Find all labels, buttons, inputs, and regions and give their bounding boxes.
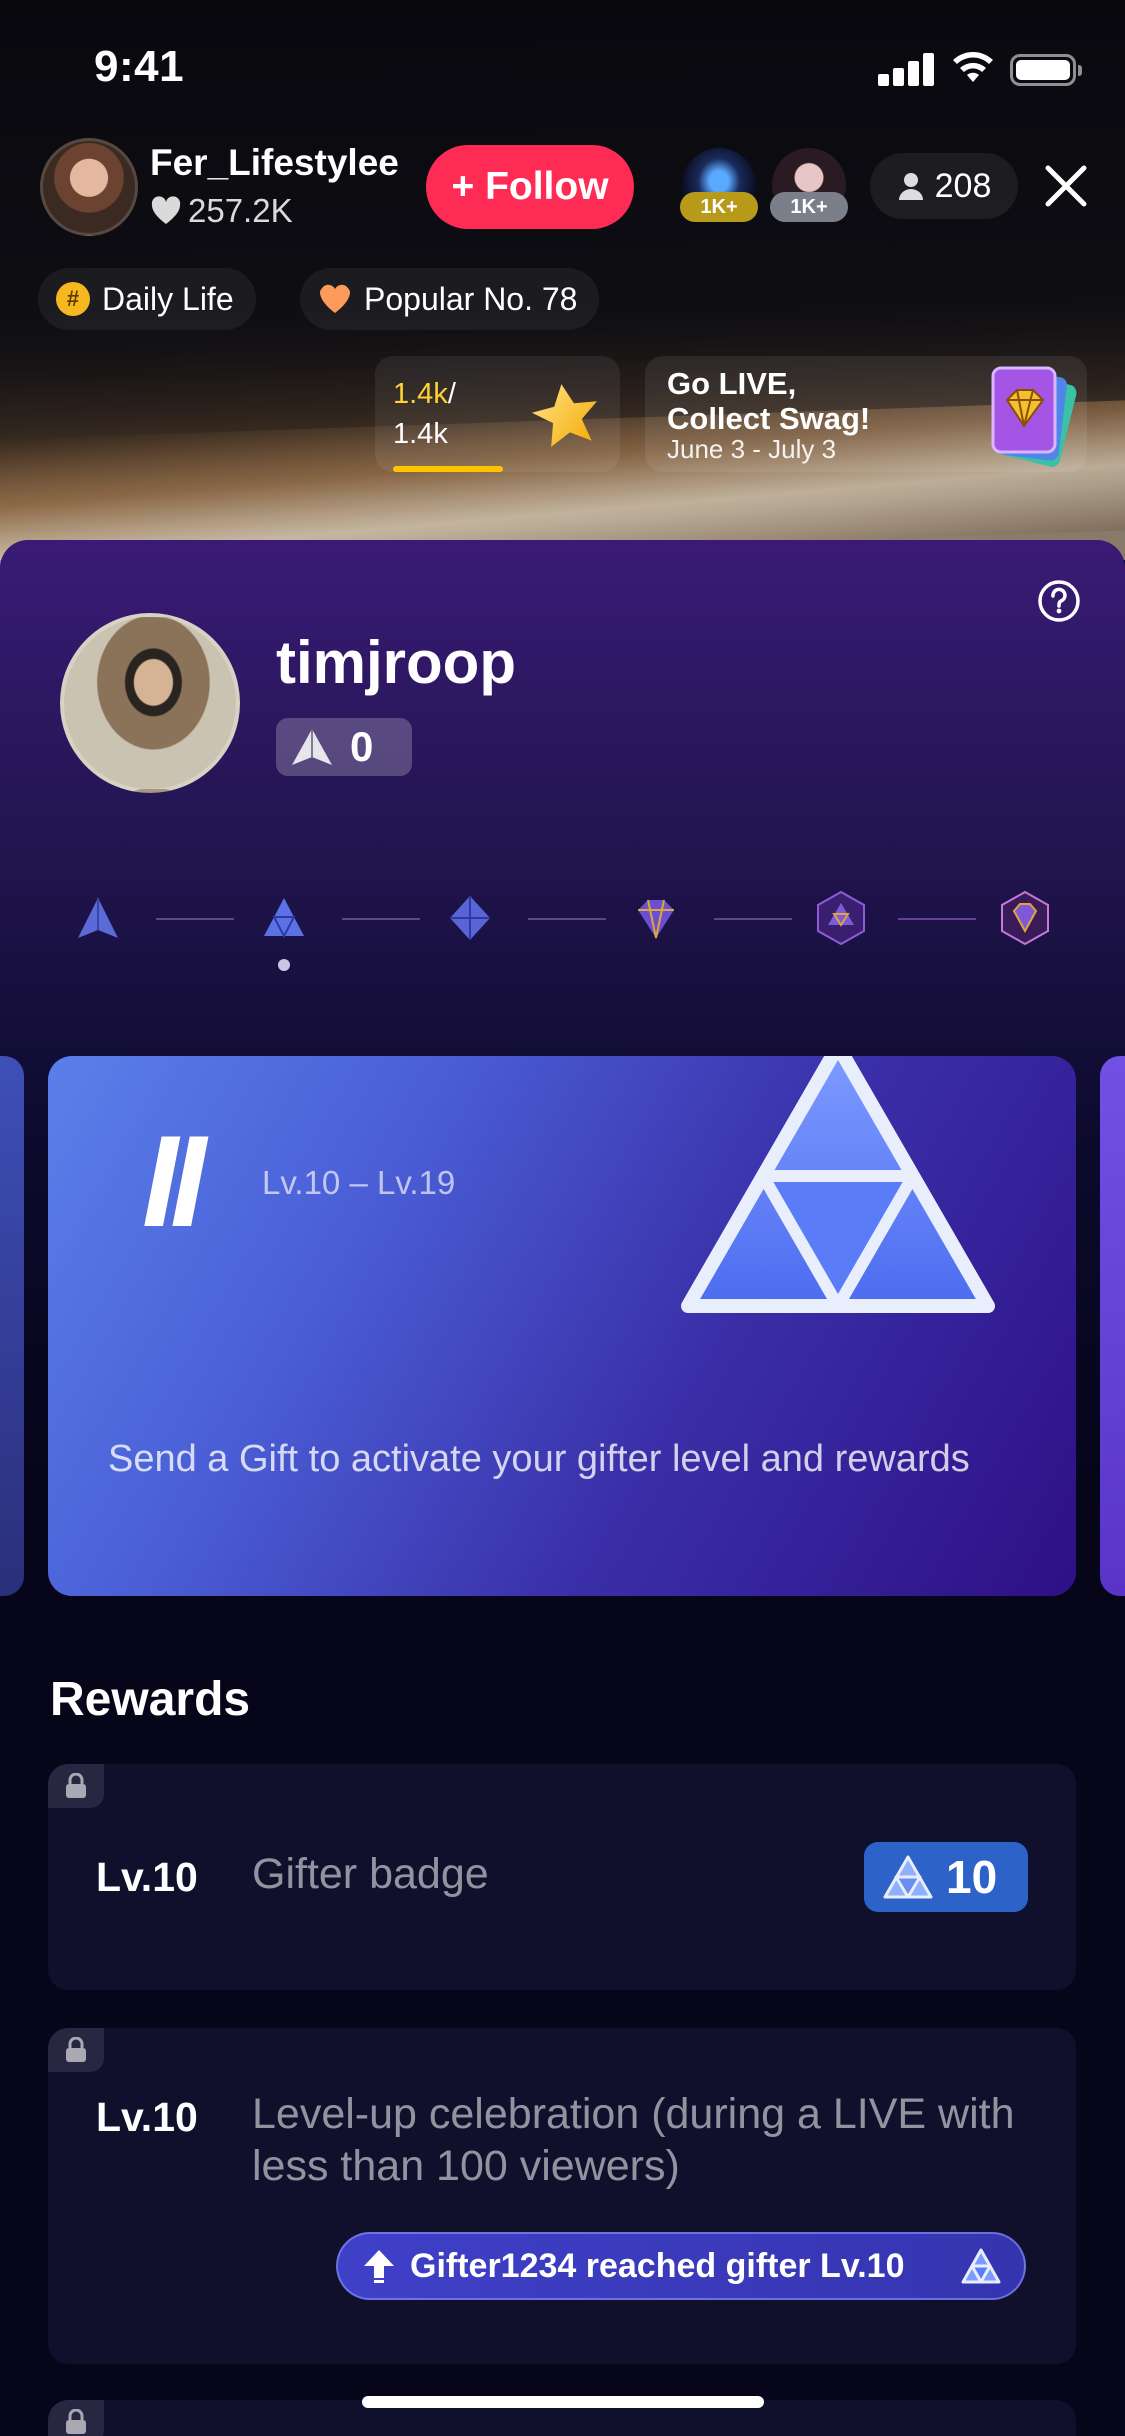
star-icon — [531, 384, 597, 447]
star-separator: / — [447, 378, 456, 410]
viewer-badge: 1K+ — [680, 192, 758, 222]
heart-icon — [320, 284, 350, 313]
tier-1-icon[interactable] — [72, 892, 124, 944]
viewer-count-button[interactable]: 208 — [870, 153, 1018, 219]
gifter-triangle-icon — [961, 2248, 1001, 2284]
status-bar: 9:41 — [0, 0, 1125, 120]
follow-button[interactable]: + Follow — [426, 145, 634, 229]
gifter-triangle-icon — [883, 1855, 933, 1899]
user-avatar — [60, 613, 240, 793]
cards-gem-icon — [991, 366, 1077, 467]
host-name[interactable]: Fer_Lifestylee — [150, 142, 399, 184]
star-current: 1.4k — [393, 378, 448, 410]
gifter-triangle-icon — [292, 729, 332, 765]
lock-icon — [48, 1764, 104, 1808]
tag-daily-life[interactable]: # Daily Life — [38, 268, 256, 330]
promo-title-line1: Go LIVE, — [667, 366, 797, 401]
level-card: II Lv.10 – Lv.19 Send a Gift to activate… — [48, 1056, 1076, 1596]
viewer-badge: 1K+ — [770, 192, 848, 222]
promo-banner[interactable]: Go LIVE, Collect Swag! June 3 - July 3 — [645, 356, 1087, 472]
level-range: Lv.10 – Lv.19 — [262, 1164, 456, 1201]
tier-6-icon[interactable] — [996, 889, 1054, 947]
reward-item: Lv.10 Level-up celebration (during a LIV… — [48, 2028, 1076, 2364]
promo-title-line2: Collect Swag! — [667, 401, 871, 436]
star-progress-bar — [393, 466, 503, 472]
viewer-count: 208 — [934, 166, 992, 205]
help-icon[interactable] — [1036, 578, 1082, 624]
level-tier-numeral: II — [142, 1108, 206, 1254]
host-likes-count: 257.2K — [188, 192, 293, 229]
star-progress-text: 1.4k/ 1.4k — [393, 374, 456, 454]
status-time: 9:41 — [94, 42, 185, 91]
previous-level-card[interactable] — [0, 1056, 24, 1596]
star-progress-widget[interactable]: 1.4k/ 1.4k — [375, 356, 620, 472]
reward-level: Lv.10 — [96, 2094, 198, 2140]
username: timjroop — [276, 629, 516, 696]
celebration-preview: Gifter1234 reached gifter Lv.10 — [336, 2232, 1026, 2300]
rewards-heading: Rewards — [50, 1673, 251, 1726]
gifter-badge-preview: 10 — [864, 1842, 1028, 1912]
tier-3-icon[interactable] — [444, 892, 496, 944]
gifter-level-value: 0 — [350, 723, 374, 770]
tag-label: Daily Life — [102, 280, 234, 317]
close-icon[interactable] — [1040, 160, 1092, 212]
tag-popular-rank[interactable]: Popular No. 78 — [300, 268, 600, 330]
signal-icon — [878, 52, 936, 86]
reward-item: Lv.10 Gifter badge 10 — [48, 1764, 1076, 1990]
tier-5-icon[interactable] — [812, 889, 870, 947]
reward-description: Gifter badge — [252, 1850, 489, 1898]
battery-icon — [1010, 54, 1082, 86]
promo-dates: June 3 - July 3 — [667, 434, 837, 464]
heart-icon — [151, 196, 181, 224]
promo-title: Go LIVE, Collect Swag! — [667, 366, 870, 436]
star-total: 1.4k — [393, 418, 448, 450]
badge-value: 10 — [946, 1851, 998, 1903]
next-level-card[interactable] — [1100, 1056, 1125, 1596]
wifi-icon — [953, 52, 993, 82]
gifter-tier-icon — [681, 1056, 995, 1313]
hashtag-icon: # — [56, 282, 90, 316]
tier-2-icon[interactable] — [258, 892, 310, 944]
host-likes: 257.2K — [150, 192, 293, 230]
celebration-text: Gifter1234 reached gifter Lv.10 — [410, 2246, 905, 2285]
gifter-level-chip: 0 — [276, 718, 412, 776]
follow-label: + Follow — [451, 165, 609, 208]
home-indicator[interactable] — [362, 2396, 764, 2408]
person-icon — [898, 173, 923, 200]
reward-level: Lv.10 — [96, 1854, 198, 1900]
arrow-up-icon — [364, 2250, 394, 2283]
host-avatar[interactable] — [40, 138, 138, 236]
reward-description: Level-up celebration (during a LIVE with… — [252, 2090, 1015, 2190]
lock-icon — [48, 2400, 104, 2436]
selected-tier-indicator — [278, 959, 290, 971]
lock-icon — [48, 2028, 104, 2072]
tag-label: Popular No. 78 — [364, 280, 578, 317]
tier-4-icon[interactable] — [630, 892, 682, 944]
level-card-description: Send a Gift to activate your gifter leve… — [108, 1438, 970, 1480]
